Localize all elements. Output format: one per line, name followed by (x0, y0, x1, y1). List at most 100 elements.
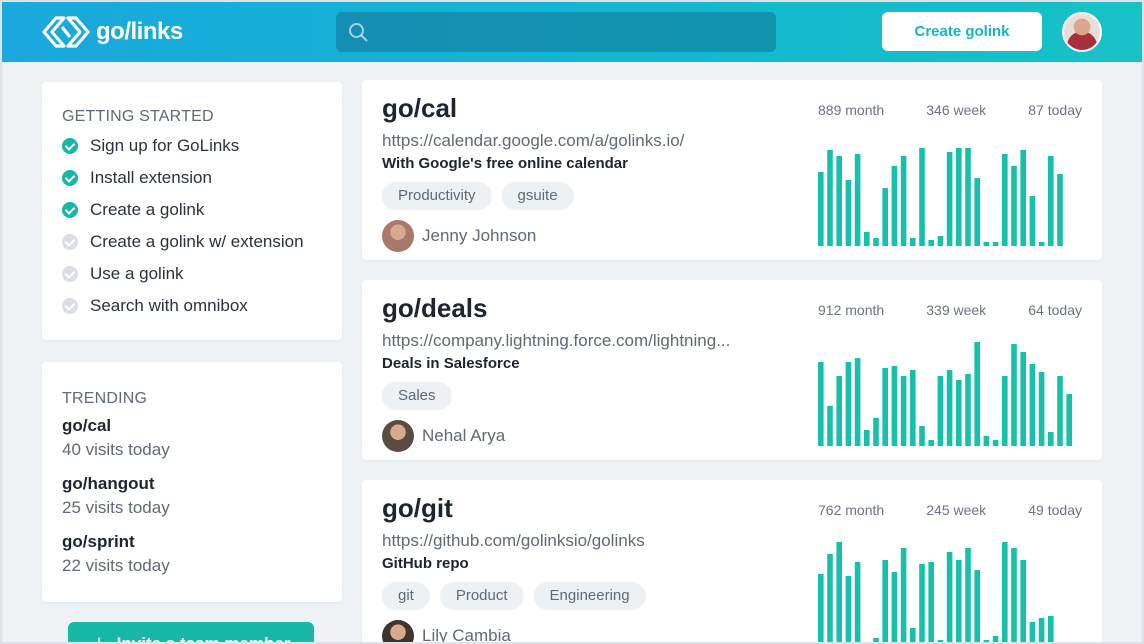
tag-chip[interactable]: git (382, 582, 430, 610)
owner-name: Nehal Arya (422, 426, 506, 445)
trending-heading: TRENDING (62, 390, 148, 407)
trending-link-name: go/cal (62, 416, 112, 435)
check-complete-icon (62, 170, 78, 186)
visits-bar (956, 148, 962, 246)
getting-started-item[interactable]: Create a golink (62, 194, 322, 226)
visits-bar (827, 406, 833, 446)
visits-bar (891, 166, 898, 246)
tag-chip[interactable]: Sales (382, 382, 452, 410)
tag-chip[interactable]: Engineering (533, 582, 646, 610)
visits-bar (965, 548, 971, 644)
trending-item[interactable]: go/hangout 25 visits today (62, 472, 322, 520)
visits-bar (983, 242, 990, 246)
getting-started-item[interactable]: Create a golink w/ extension (62, 226, 322, 258)
getting-started-item-label: Create a golink (90, 200, 205, 219)
getting-started-item[interactable]: Sign up for GoLinks (62, 130, 322, 162)
visits-bar (946, 152, 953, 246)
trending-visit-count: 40 visits today (62, 440, 170, 459)
tag-chip[interactable]: Productivity (382, 182, 492, 210)
visits-bar (882, 560, 888, 644)
stat-month: 762 month (818, 502, 885, 518)
trending-item[interactable]: go/sprint 22 visits today (62, 530, 322, 578)
search-input[interactable] (378, 12, 768, 52)
golink-card[interactable]: go/git https://github.com/golinksio/golin… (362, 480, 1102, 644)
owner-name: Lily Cambia (422, 626, 511, 644)
visits-bar (836, 156, 842, 246)
visits-bar (974, 178, 980, 246)
create-golink-button[interactable]: Create golink (882, 12, 1042, 51)
getting-started-item-label: Create a golink w/ extension (90, 232, 304, 251)
golinks-logo[interactable]: go/links (42, 14, 183, 50)
owner-name: Jenny Johnson (422, 226, 537, 245)
visits-bar (1011, 166, 1017, 246)
visits-bar (1048, 432, 1054, 446)
visits-bar (1066, 394, 1072, 446)
check-pending-icon (62, 266, 78, 282)
trending-link-name: go/sprint (62, 532, 135, 551)
visits-bar (919, 564, 925, 644)
getting-started-item[interactable]: Install extension (62, 162, 322, 194)
tag-chip[interactable]: gsuite (501, 182, 574, 210)
stat-month: 889 month (818, 102, 885, 118)
visits-bar (919, 148, 925, 246)
trending-visit-count: 22 visits today (62, 556, 170, 575)
tag-chip[interactable]: Product (439, 582, 524, 610)
visits-bar (1048, 156, 1054, 246)
getting-started-heading: GETTING STARTED (62, 108, 214, 125)
visits-bar-chart (818, 542, 1054, 644)
plus-icon: + (91, 629, 107, 644)
golink-card[interactable]: go/cal https://calendar.google.com/a/goli… (362, 80, 1102, 260)
visits-bar (983, 436, 990, 446)
visits-bar (1002, 376, 1008, 446)
visits-bar (928, 440, 934, 446)
getting-started-item[interactable]: Search with omnibox (62, 290, 322, 322)
getting-started-list: Sign up for GoLinks Install extension Crea… (62, 130, 322, 322)
visits-bar (992, 440, 999, 446)
visits-bar (1057, 376, 1063, 446)
trending-link-name: go/hangout (62, 474, 155, 493)
user-avatar[interactable] (1062, 12, 1102, 52)
visits-bar (827, 150, 833, 246)
owner-avatar (382, 420, 414, 452)
search-bar[interactable] (336, 12, 776, 52)
visits-bar (864, 232, 870, 246)
stat-today: 49 today (1028, 502, 1082, 518)
visits-bar (1038, 242, 1045, 246)
stat-today: 87 today (1028, 102, 1082, 118)
check-complete-icon (62, 138, 78, 154)
visits-bar (900, 548, 907, 644)
visits-bar (891, 572, 898, 644)
trending-card: TRENDING go/cal 40 visits today go/hangout… (42, 362, 342, 602)
visits-bar (845, 576, 852, 644)
visits-bar (1029, 622, 1036, 644)
visits-bar (974, 342, 980, 446)
visit-stats: 762 month 245 week 49 today (818, 502, 1082, 518)
check-pending-icon (62, 298, 78, 314)
trending-visit-count: 25 visits today (62, 498, 170, 517)
visits-bar (956, 380, 962, 446)
visits-bar (854, 154, 861, 246)
visits-bar (1038, 372, 1045, 446)
visits-bar (854, 358, 861, 446)
visits-bar (956, 560, 962, 644)
visits-bar (891, 366, 898, 446)
trending-item[interactable]: go/cal 40 visits today (62, 414, 322, 462)
visits-bar (818, 574, 824, 644)
getting-started-item-label: Sign up for GoLinks (90, 136, 240, 155)
getting-started-item-label: Use a golink (90, 264, 184, 283)
visits-bar (873, 638, 879, 644)
getting-started-item[interactable]: Use a golink (62, 258, 322, 290)
visits-bar (818, 172, 824, 246)
visits-bar (965, 148, 971, 246)
golinks-logo-icon (42, 16, 90, 48)
visits-bar (900, 376, 907, 446)
invite-team-member-button[interactable]: + Invite a team member (68, 622, 314, 644)
visits-bar (882, 188, 888, 246)
invite-label: Invite a team member (116, 634, 291, 644)
visits-bar (919, 426, 925, 446)
visits-bar-chart (818, 342, 1072, 446)
visits-bar (1020, 150, 1026, 246)
visits-bar (882, 368, 888, 446)
visits-bar (928, 240, 934, 246)
golink-card[interactable]: go/deals https://company.lightning.force.… (362, 280, 1102, 460)
